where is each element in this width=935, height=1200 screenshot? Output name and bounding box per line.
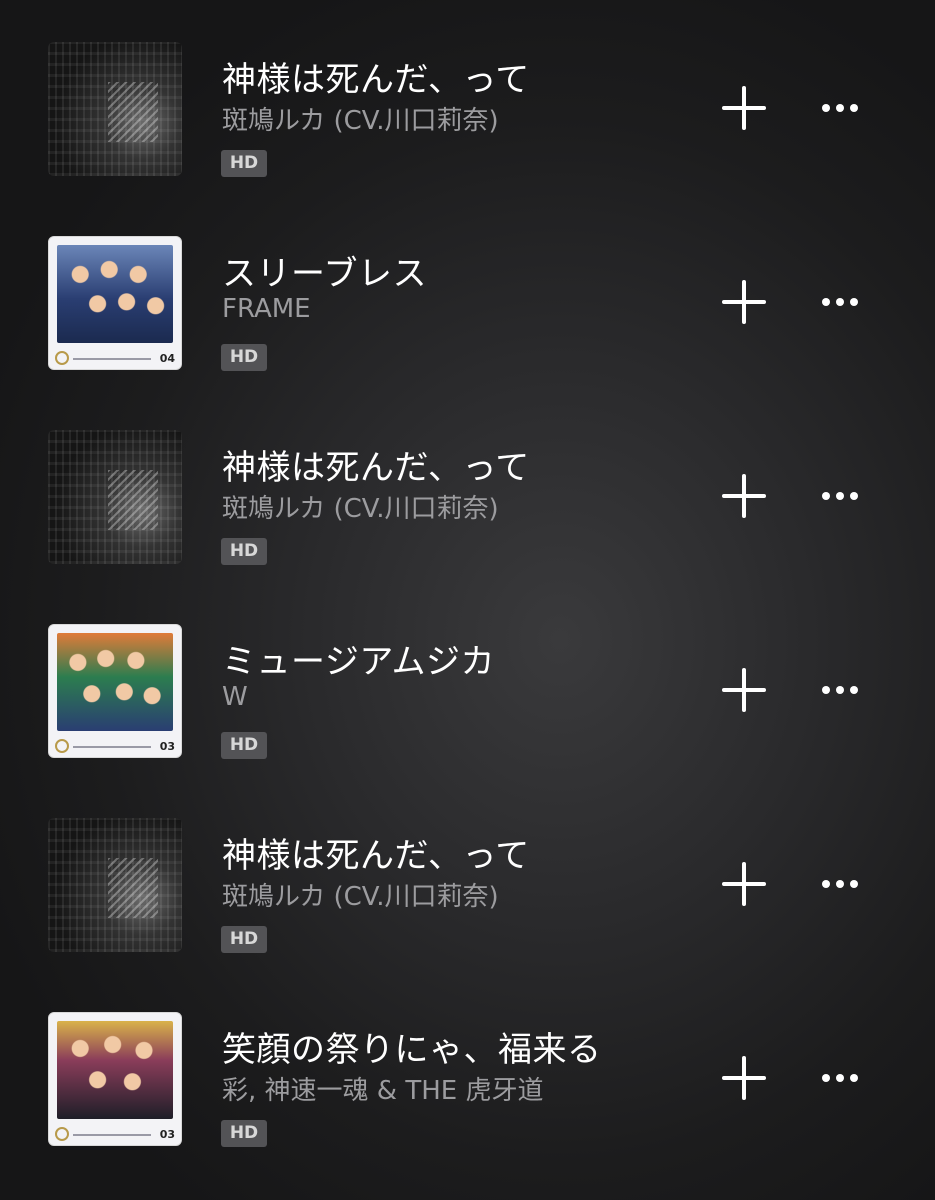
track-row[interactable]: 神様は死んだ、って 斑鳩ルカ (CV.川口莉奈) HD — [0, 788, 935, 982]
album-art[interactable]: 03 — [48, 1012, 182, 1146]
hd-badge: HD — [221, 732, 267, 759]
album-disc-number: 03 — [159, 740, 175, 753]
track-title: 神様は死んだ、って — [222, 60, 530, 100]
album-art[interactable]: 03 — [48, 624, 182, 758]
add-to-playlist-button[interactable] — [718, 276, 770, 328]
more-horizontal-icon — [822, 1074, 858, 1082]
album-emblem-icon — [55, 739, 69, 753]
track-artist: 斑鳩ルカ (CV.川口莉奈) — [222, 106, 499, 136]
album-disc-number: 03 — [159, 1128, 175, 1141]
track-artist: 彩, 神速一魂 & THE 虎牙道 — [222, 1076, 544, 1106]
plus-icon — [722, 86, 766, 130]
add-to-playlist-button[interactable] — [718, 664, 770, 716]
add-to-playlist-button[interactable] — [718, 82, 770, 134]
track-title: 神様は死んだ、って — [222, 836, 530, 876]
album-caption — [73, 746, 151, 748]
more-horizontal-icon — [822, 880, 858, 888]
album-emblem-icon — [55, 351, 69, 365]
album-caption — [73, 358, 151, 360]
track-artist: 斑鳩ルカ (CV.川口莉奈) — [222, 494, 499, 524]
more-options-button[interactable] — [812, 1058, 868, 1098]
track-row[interactable]: 04 スリーブレス FRAME HD — [0, 206, 935, 400]
plus-icon — [722, 1056, 766, 1100]
album-caption — [73, 1134, 151, 1136]
track-artist: FRAME — [222, 294, 311, 324]
more-horizontal-icon — [822, 298, 858, 306]
more-options-button[interactable] — [812, 864, 868, 904]
add-to-playlist-button[interactable] — [718, 470, 770, 522]
more-horizontal-icon — [822, 104, 858, 112]
plus-icon — [722, 474, 766, 518]
plus-icon — [722, 668, 766, 712]
more-options-button[interactable] — [812, 476, 868, 516]
track-row[interactable]: 神様は死んだ、って 斑鳩ルカ (CV.川口莉奈) HD — [0, 12, 935, 206]
track-title: スリーブレス — [222, 254, 427, 294]
add-to-playlist-button[interactable] — [718, 1052, 770, 1104]
track-title: 神様は死んだ、って — [222, 448, 530, 488]
album-art[interactable] — [48, 42, 182, 176]
album-disc-number: 04 — [159, 352, 175, 365]
add-to-playlist-button[interactable] — [718, 858, 770, 910]
more-options-button[interactable] — [812, 670, 868, 710]
more-options-button[interactable] — [812, 88, 868, 128]
track-row[interactable]: 03 ミュージアムジカ W HD — [0, 594, 935, 788]
track-list: 神様は死んだ、って 斑鳩ルカ (CV.川口莉奈) HD 04 スリーブレス FR… — [0, 12, 935, 1176]
plus-icon — [722, 862, 766, 906]
hd-badge: HD — [221, 538, 267, 565]
album-emblem-icon — [55, 1127, 69, 1141]
track-artist: W — [222, 682, 248, 712]
more-horizontal-icon — [822, 492, 858, 500]
album-art-illustration — [57, 633, 173, 731]
album-art-illustration — [57, 245, 173, 343]
track-title: 笑顔の祭りにゃ、福来る — [222, 1030, 602, 1070]
hd-badge: HD — [221, 150, 267, 177]
album-art-illustration — [57, 1021, 173, 1119]
track-title: ミュージアムジカ — [222, 642, 495, 682]
album-art[interactable] — [48, 430, 182, 564]
track-row[interactable]: 神様は死んだ、って 斑鳩ルカ (CV.川口莉奈) HD — [0, 400, 935, 594]
hd-badge: HD — [221, 344, 267, 371]
album-art[interactable] — [48, 818, 182, 952]
track-artist: 斑鳩ルカ (CV.川口莉奈) — [222, 882, 499, 912]
plus-icon — [722, 280, 766, 324]
more-options-button[interactable] — [812, 282, 868, 322]
track-row[interactable]: 03 笑顔の祭りにゃ、福来る 彩, 神速一魂 & THE 虎牙道 HD — [0, 982, 935, 1176]
more-horizontal-icon — [822, 686, 858, 694]
hd-badge: HD — [221, 1120, 267, 1147]
album-art[interactable]: 04 — [48, 236, 182, 370]
hd-badge: HD — [221, 926, 267, 953]
